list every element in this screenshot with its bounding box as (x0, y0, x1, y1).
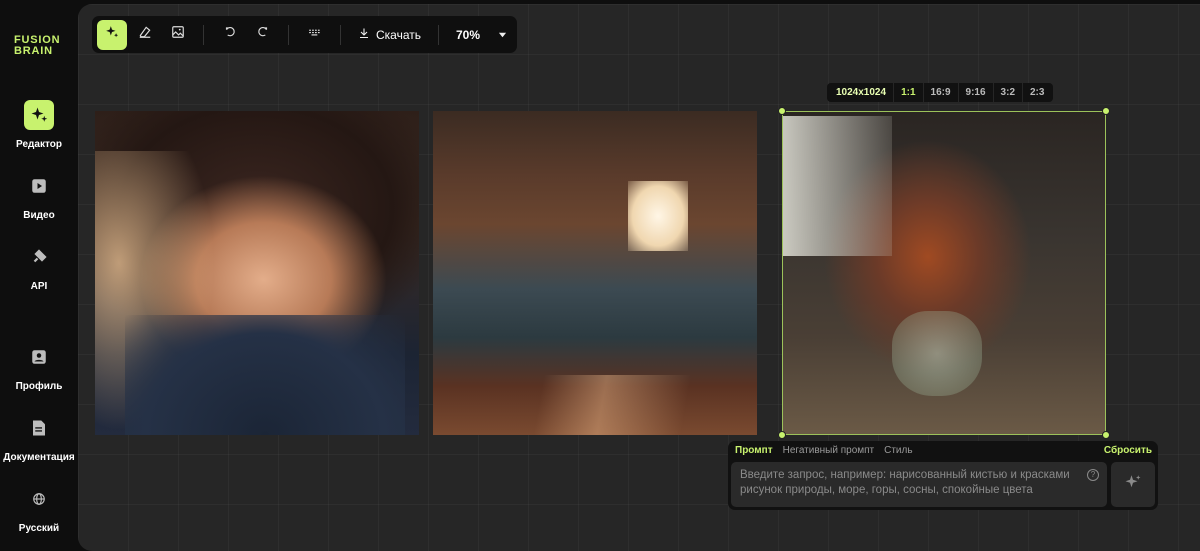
sparkle-icon (24, 100, 54, 130)
ratio-option[interactable]: 16:9 (922, 83, 958, 102)
selection-frame[interactable] (782, 111, 1106, 435)
sidebar-item-label: API (30, 281, 48, 292)
tab-style[interactable]: Стиль (884, 445, 912, 456)
download-label: Скачать (376, 27, 421, 42)
document-icon (24, 413, 54, 443)
prompt-placeholder-line: Введите запрос, например: нарисованный к… (740, 469, 1070, 481)
globe-icon (24, 484, 54, 514)
ratio-option[interactable]: 1:1 (893, 83, 922, 102)
eraser-tool-button[interactable] (130, 20, 160, 50)
sidebar-item-label: Видео (23, 210, 55, 221)
eraser-icon (138, 25, 152, 44)
sparkle-icon (105, 25, 119, 44)
generated-image-kitchen[interactable] (433, 111, 757, 435)
image-size-label: 1024x1024 (836, 87, 887, 98)
resize-handle-top-right[interactable] (1102, 107, 1110, 115)
prompt-tabs: Промпт Негативный промпт Стиль (735, 445, 913, 456)
toolbar-divider (438, 24, 439, 45)
image-highlight (628, 181, 688, 251)
undo-icon (223, 25, 237, 44)
undo-button[interactable] (215, 20, 245, 50)
download-button[interactable]: Скачать (350, 27, 429, 42)
tab-prompt[interactable]: Промпт (735, 445, 773, 456)
sidebar-item-video[interactable]: Видео (0, 171, 78, 221)
fusion-brain-logo[interactable]: FUSION BRAIN (14, 35, 60, 57)
sidebar-item-api[interactable]: API (0, 242, 78, 292)
help-icon[interactable]: ? (1087, 469, 1099, 481)
ratio-option[interactable]: 3:2 (992, 83, 1022, 102)
prompt-panel: Промпт Негативный промпт Стиль Сбросить … (728, 441, 1158, 510)
zoom-value: 70% (456, 27, 481, 42)
prompt-input[interactable]: Введите запрос, например: нарисованный к… (731, 462, 1107, 507)
reset-button[interactable]: Сбросить (1104, 445, 1152, 456)
chevron-down-icon (498, 28, 507, 42)
sidebar-item-editor[interactable]: Редактор (0, 100, 78, 150)
sidebar-item-label: Профиль (15, 381, 63, 392)
prompt-placeholder-line: рисунок природы, море, горы, сосны, спок… (740, 484, 1033, 496)
profile-icon (24, 342, 54, 372)
image-tool-button[interactable] (163, 20, 193, 50)
generated-image-portrait[interactable] (95, 111, 419, 435)
toolbar-divider (288, 24, 289, 45)
hotkeys-button[interactable] (300, 20, 330, 50)
redo-icon (256, 25, 270, 44)
sidebar-item-profile[interactable]: Профиль (0, 342, 78, 392)
keyboard-icon (308, 25, 322, 44)
toolbar: Скачать 70% (92, 16, 517, 53)
redo-button[interactable] (248, 20, 278, 50)
image-icon (171, 25, 185, 44)
sidebar-item-label: Документация (3, 452, 75, 463)
resize-handle-bottom-right[interactable] (1102, 431, 1110, 439)
toolbar-divider (203, 24, 204, 45)
image-detail (125, 315, 405, 435)
download-icon (358, 27, 370, 42)
api-icon (24, 242, 54, 272)
play-icon (24, 171, 54, 201)
zoom-dropdown[interactable]: 70% (448, 28, 507, 42)
image-detail (523, 375, 723, 435)
editor-canvas[interactable]: Скачать 70% 1024x1024 1:1 16:9 9:16 3:2 … (78, 4, 1200, 551)
sidebar-item-language[interactable]: Русский (0, 484, 78, 534)
sidebar-item-docs[interactable]: Документация (0, 413, 78, 463)
ratio-option[interactable]: 2:3 (1022, 83, 1051, 102)
toolbar-divider (340, 24, 341, 45)
logo-line-2: BRAIN (14, 45, 53, 57)
sidebar-item-label: Редактор (16, 139, 62, 150)
tab-negative-prompt[interactable]: Негативный промпт (783, 445, 875, 456)
resize-handle-top-left[interactable] (778, 107, 786, 115)
aspect-ratio-bar: 1024x1024 1:1 16:9 9:16 3:2 2:3 (827, 83, 1054, 102)
generate-button[interactable] (1111, 462, 1155, 507)
sparkle-icon (1124, 473, 1142, 496)
ratio-option[interactable]: 9:16 (957, 83, 993, 102)
generate-tool-button[interactable] (96, 19, 127, 50)
resize-handle-bottom-left[interactable] (778, 431, 786, 439)
sidebar: FUSION BRAIN Редактор Видео API Профиль … (0, 0, 78, 551)
sidebar-item-label: Русский (18, 523, 60, 534)
